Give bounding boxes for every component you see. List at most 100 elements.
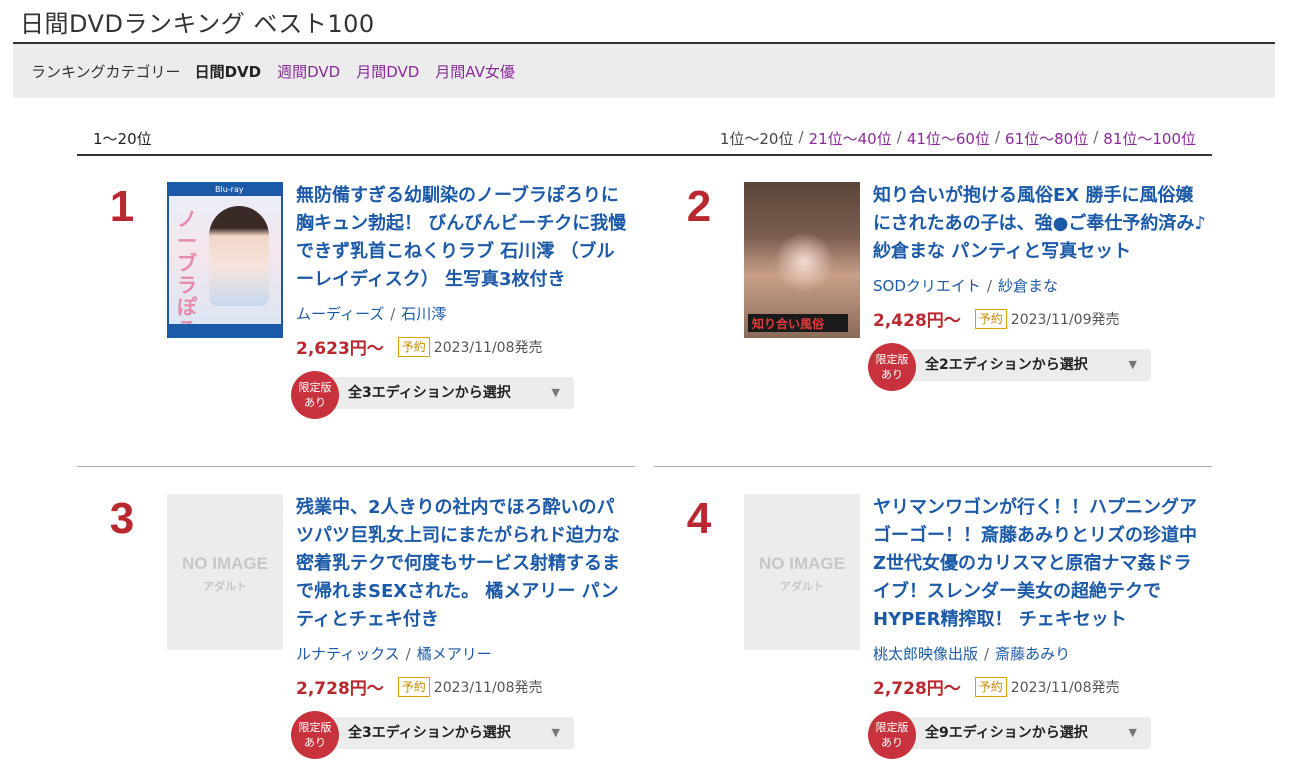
- preorder-badge: 予約: [397, 676, 430, 697]
- no-image-subtext: アダルト: [780, 580, 824, 593]
- ranking-item: 2 知り合い風俗 知り合いが抱ける風俗EX 勝手に風俗嬢にされたあの子は、強●ご…: [654, 182, 1214, 482]
- page-title: 日間DVDランキング ベスト100: [20, 10, 375, 38]
- maker-link[interactable]: ムーディーズ: [296, 305, 384, 323]
- maker-link[interactable]: ルナティックス: [296, 645, 400, 663]
- rank-pager: 1位～20位 / 21位～40位 / 41位～60位 / 61位～80位 / 8…: [720, 128, 1196, 149]
- page-81-100[interactable]: 81位～100位: [1103, 128, 1196, 149]
- no-image-text: NO IMAGE: [182, 554, 268, 573]
- price: 2,428円～: [873, 311, 961, 331]
- item-info: 残業中、2人きりの社内でほろ酔いのパツパツ巨乳女上司にまたがられド迫力な密着乳テ…: [291, 494, 631, 759]
- bluray-band: [169, 324, 281, 336]
- ranking-item: 4 NO IMAGE アダルト ヤリマンワゴンが行く！！ハプニングア ゴーゴー！…: [654, 494, 1214, 770]
- cover-title-art: 知り合い風俗: [752, 317, 825, 331]
- category-monthly-actress[interactable]: 月間AV女優: [435, 61, 515, 82]
- product-title-link[interactable]: ヤリマンワゴンが行く！！ハプニングア ゴーゴー！！斎藤あみりとリズの珍道中 Z世…: [873, 494, 1208, 634]
- bluray-band: Blu-ray: [169, 184, 281, 196]
- ranking-item: 1 Blu-ray ノーブラぽろり 無防備すぎる幼馴染のノーブラぽろりに胸キュン…: [77, 182, 637, 482]
- dropdown-caret-icon: ▼: [551, 386, 560, 399]
- pager-separator: /: [896, 128, 902, 146]
- product-thumbnail[interactable]: 知り合い風俗: [744, 182, 860, 338]
- limited-edition-badge: 限定版 あり: [868, 343, 916, 391]
- current-range: 1～20位: [93, 130, 152, 148]
- rank-number: 1: [109, 182, 135, 231]
- edition-select-label: 全3エディションから選択: [348, 385, 511, 401]
- dropdown-caret-icon: ▼: [1128, 726, 1137, 739]
- pager-separator: /: [798, 128, 804, 146]
- actress-link[interactable]: 橘メアリー: [417, 645, 492, 663]
- edition-select[interactable]: 全2エディションから選択 ▼: [907, 349, 1151, 381]
- item-info: 無防備すぎる幼馴染のノーブラぽろりに胸キュン勃起！ びんびんビーチクに我慢できず…: [291, 182, 631, 419]
- cover-photo: [209, 206, 269, 306]
- category-weekly-dvd[interactable]: 週間DVD: [277, 61, 340, 82]
- page-41-60[interactable]: 41位～60位: [907, 128, 990, 149]
- product-title-link[interactable]: 無防備すぎる幼馴染のノーブラぽろりに胸キュン勃起！ びんびんビーチクに我慢できず…: [296, 182, 631, 294]
- release-date: 2023/11/08発売: [433, 679, 543, 696]
- actress-link[interactable]: 斎藤あみり: [995, 645, 1070, 663]
- page-61-80[interactable]: 61位～80位: [1005, 128, 1088, 149]
- maker-link[interactable]: 桃太郎映像出版: [873, 645, 978, 663]
- edition-line: 限定版 あり 全3エディションから選択 ▼: [291, 711, 631, 759]
- pager-separator: /: [1093, 128, 1099, 146]
- release-date: 2023/11/08発売: [1010, 679, 1120, 696]
- page-1-20: 1位～20位: [719, 130, 794, 148]
- edition-select-label: 全9エディションから選択: [925, 725, 1088, 741]
- cover-title-band: 知り合い風俗: [748, 314, 848, 332]
- range-bar: 1～20位 1位～20位 / 21位～40位 / 41位～60位 / 61位～8…: [77, 122, 1212, 156]
- preorder-badge: 予約: [397, 336, 430, 357]
- item-info: ヤリマンワゴンが行く！！ハプニングア ゴーゴー！！斎藤あみりとリズの珍道中 Z世…: [868, 494, 1208, 759]
- rank-number: 3: [109, 494, 135, 543]
- edition-line: 限定版 あり 全3エディションから選択 ▼: [291, 371, 631, 419]
- row-divider: [654, 466, 1212, 467]
- price-line: 2,728円～ 予約 2023/11/08発売: [296, 674, 631, 699]
- product-thumbnail[interactable]: Blu-ray ノーブラぽろり: [167, 182, 283, 338]
- maker-line: ムーディーズ / 石川澪: [296, 305, 447, 323]
- edition-line: 限定版 あり 全9エディションから選択 ▼: [868, 711, 1208, 759]
- price: 2,728円～: [296, 679, 384, 699]
- actress-link[interactable]: 紗倉まな: [998, 277, 1058, 295]
- item-info: 知り合いが抱ける風俗EX 勝手に風俗嬢にされたあの子は、強●ご奉仕予約済み♪ 紗…: [868, 182, 1208, 391]
- product-title-link[interactable]: 知り合いが抱ける風俗EX 勝手に風俗嬢にされたあの子は、強●ご奉仕予約済み♪ 紗…: [873, 182, 1208, 266]
- maker-line: SODクリエイト / 紗倉まな: [873, 277, 1058, 295]
- ranking-category-bar: ランキングカテゴリー 日間DVD 週間DVD 月間DVD 月間AV女優: [13, 44, 1275, 98]
- edition-select[interactable]: 全3エディションから選択 ▼: [330, 717, 574, 749]
- edition-select-label: 全3エディションから選択: [348, 725, 511, 741]
- price: 2,623円～: [296, 339, 384, 359]
- dropdown-caret-icon: ▼: [1128, 358, 1137, 371]
- edition-select[interactable]: 全9エディションから選択 ▼: [907, 717, 1151, 749]
- product-thumbnail[interactable]: NO IMAGE アダルト: [167, 494, 283, 650]
- price-line: 2,623円～ 予約 2023/11/08発売: [296, 334, 631, 359]
- maker-link[interactable]: SODクリエイト: [873, 277, 981, 295]
- page-21-40[interactable]: 21位～40位: [809, 128, 892, 149]
- preorder-badge: 予約: [974, 308, 1007, 329]
- rank-number: 4: [686, 494, 712, 543]
- release-date: 2023/11/08発売: [433, 339, 543, 356]
- price-line: 2,428円～ 予約 2023/11/09発売: [873, 306, 1208, 331]
- dropdown-caret-icon: ▼: [551, 726, 560, 739]
- limited-edition-badge: 限定版 あり: [291, 711, 339, 759]
- product-thumbnail[interactable]: NO IMAGE アダルト: [744, 494, 860, 650]
- actress-link[interactable]: 石川澪: [401, 305, 446, 323]
- preorder-badge: 予約: [974, 676, 1007, 697]
- release-date: 2023/11/09発売: [1010, 311, 1120, 328]
- edition-select[interactable]: 全3エディションから選択 ▼: [330, 377, 574, 409]
- limited-edition-badge: 限定版 あり: [868, 711, 916, 759]
- edition-select-label: 全2エディションから選択: [925, 357, 1088, 373]
- maker-line: ルナティックス / 橘メアリー: [296, 645, 492, 663]
- cover-photo: [774, 232, 834, 292]
- cover-title-art: ノーブラぽろり: [177, 207, 197, 336]
- category-monthly-dvd[interactable]: 月間DVD: [356, 61, 419, 82]
- price: 2,728円～: [873, 679, 961, 699]
- category-label: ランキングカテゴリー: [31, 62, 181, 81]
- product-title-link[interactable]: 残業中、2人きりの社内でほろ酔いのパツパツ巨乳女上司にまたがられド迫力な密着乳テ…: [296, 494, 631, 634]
- row-divider: [77, 466, 635, 467]
- maker-line: 桃太郎映像出版 / 斎藤あみり: [873, 645, 1071, 663]
- limited-edition-badge: 限定版 あり: [291, 371, 339, 419]
- edition-line: 限定版 あり 全2エディションから選択 ▼: [868, 343, 1208, 391]
- ranking-item: 3 NO IMAGE アダルト 残業中、2人きりの社内でほろ酔いのパツパツ巨乳女…: [77, 494, 637, 770]
- no-image-subtext: アダルト: [203, 580, 247, 593]
- category-daily-dvd[interactable]: 日間DVD: [195, 61, 262, 82]
- pager-separator: /: [994, 128, 1001, 146]
- rank-number: 2: [686, 182, 712, 231]
- no-image-text: NO IMAGE: [759, 554, 845, 573]
- price-line: 2,728円～ 予約 2023/11/08発売: [873, 674, 1208, 699]
